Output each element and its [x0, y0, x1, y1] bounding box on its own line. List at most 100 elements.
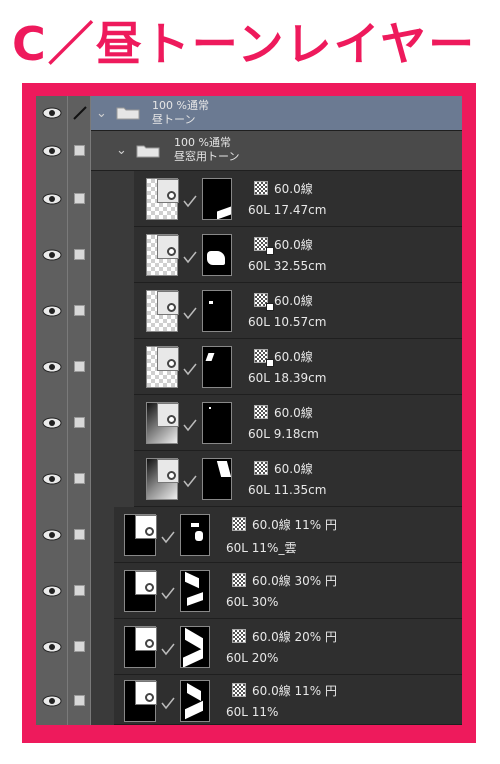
- page-title: C／昼トーンレイヤー: [12, 17, 477, 71]
- layer-row[interactable]: 60.0線 60L 32.55cm: [36, 227, 462, 283]
- tone-pattern-icon: [232, 573, 246, 587]
- layer-name: 60L 9.18cm: [248, 427, 319, 441]
- tone-pattern-icon: [254, 405, 268, 419]
- link-check-icon[interactable]: [160, 529, 176, 545]
- lock-checkbox[interactable]: [74, 249, 85, 260]
- chevron-down-icon[interactable]: ⌄: [116, 143, 127, 158]
- lock-badge-icon: [266, 247, 274, 255]
- layer-thumbnail: [124, 626, 157, 668]
- layer-thumbnail: [146, 402, 179, 444]
- layer-row[interactable]: 60.0線 20% 円 60L 20%: [36, 619, 462, 675]
- link-check-icon[interactable]: [160, 585, 176, 601]
- layer-name: 60L 11%: [226, 705, 279, 719]
- layer-props: 60.0線: [274, 350, 313, 364]
- tone-pattern-icon: [232, 629, 246, 643]
- lock-checkbox[interactable]: [74, 695, 85, 706]
- pencil-icon[interactable]: [72, 105, 88, 121]
- lock-checkbox[interactable]: [74, 529, 85, 540]
- folder-row-body: [91, 96, 462, 131]
- lock-checkbox[interactable]: [74, 417, 85, 428]
- lock-badge-icon: [266, 359, 274, 367]
- mask-thumbnail: [202, 178, 232, 220]
- eye-icon[interactable]: [42, 473, 62, 485]
- layer-thumbnail: [146, 346, 179, 388]
- mask-thumbnail: [202, 290, 232, 332]
- eye-icon[interactable]: [42, 695, 62, 707]
- layer-thumbnail: [146, 178, 179, 220]
- layer-props: 60.0線: [274, 462, 313, 476]
- tone-pattern-icon: [232, 683, 246, 697]
- layer-props: 60.0線 11% 円: [252, 518, 338, 532]
- eye-icon[interactable]: [42, 361, 62, 373]
- lock-badge-icon: [266, 303, 274, 311]
- eye-icon[interactable]: [42, 641, 62, 653]
- folder-row-hiru-tone[interactable]: ⌄ 100 %通常 昼トーン: [36, 96, 462, 131]
- lock-checkbox[interactable]: [74, 361, 85, 372]
- eye-icon[interactable]: [42, 417, 62, 429]
- folder-icon: [136, 145, 160, 158]
- layer-row[interactable]: 60.0線 11% 円 60L 11%: [36, 675, 462, 725]
- eye-icon[interactable]: [42, 145, 62, 157]
- layer-props: 60.0線: [274, 182, 313, 196]
- mask-thumbnail: [202, 346, 232, 388]
- layer-name: 60L 18.39cm: [248, 371, 327, 385]
- lock-checkbox[interactable]: [74, 585, 85, 596]
- link-check-icon[interactable]: [160, 695, 176, 711]
- layer-name: 60L 17.47cm: [248, 203, 327, 217]
- eye-icon[interactable]: [42, 193, 62, 205]
- layer-row[interactable]: 60.0線 30% 円 60L 30%: [36, 563, 462, 619]
- layer-name: 60L 11%_雲: [226, 541, 297, 555]
- lock-checkbox[interactable]: [74, 193, 85, 204]
- layer-row[interactable]: 60.0線 60L 9.18cm: [36, 395, 462, 451]
- lock-checkbox[interactable]: [74, 641, 85, 652]
- link-check-icon[interactable]: [182, 193, 198, 209]
- link-check-icon[interactable]: [182, 249, 198, 265]
- mask-thumbnail: [180, 626, 210, 668]
- link-check-icon[interactable]: [182, 361, 198, 377]
- layer-row[interactable]: 60.0線 60L 11.35cm: [36, 451, 462, 507]
- folder-name: 昼窓用トーン: [174, 150, 240, 163]
- mask-thumbnail: [180, 680, 210, 722]
- layer-name: 60L 30%: [226, 595, 279, 609]
- link-check-icon[interactable]: [182, 417, 198, 433]
- layer-thumbnail: [146, 234, 179, 276]
- folder-name: 昼トーン: [152, 113, 196, 126]
- layer-props: 60.0線: [274, 238, 313, 252]
- mask-thumbnail: [202, 234, 232, 276]
- layer-panel: ⌄ 100 %通常 昼トーン ⌄ 100 %通常 昼窓用トーン 60.0線 60…: [36, 96, 462, 725]
- layer-thumbnail: [124, 680, 157, 722]
- mask-thumbnail: [180, 514, 210, 556]
- layer-thumbnail: [124, 570, 157, 612]
- layer-props: 60.0線 30% 円: [252, 574, 338, 588]
- layer-name: 60L 11.35cm: [248, 483, 327, 497]
- layer-props: 60.0線: [274, 406, 313, 420]
- tone-pattern-icon: [232, 517, 246, 531]
- link-check-icon[interactable]: [182, 473, 198, 489]
- layer-thumbnail: [146, 290, 179, 332]
- lock-checkbox[interactable]: [74, 145, 85, 156]
- folder-icon: [116, 107, 140, 120]
- tone-pattern-icon: [254, 461, 268, 475]
- layer-row[interactable]: 60.0線 11% 円 60L 11%_雲: [36, 507, 462, 563]
- layer-row[interactable]: 60.0線 60L 18.39cm: [36, 339, 462, 395]
- layer-row[interactable]: 60.0線 60L 17.47cm: [36, 171, 462, 227]
- layer-props: 60.0線: [274, 294, 313, 308]
- layer-thumbnail: [146, 458, 179, 500]
- eye-icon[interactable]: [42, 529, 62, 541]
- eye-icon[interactable]: [42, 249, 62, 261]
- link-check-icon[interactable]: [182, 305, 198, 321]
- tone-pattern-icon: [254, 181, 268, 195]
- folder-row-hiru-mado[interactable]: ⌄ 100 %通常 昼窓用トーン: [36, 131, 462, 171]
- link-check-icon[interactable]: [160, 641, 176, 657]
- eye-icon[interactable]: [42, 585, 62, 597]
- lock-checkbox[interactable]: [74, 305, 85, 316]
- layer-name: 60L 32.55cm: [248, 259, 327, 273]
- folder-blend-label: 100 %通常: [174, 136, 231, 149]
- eye-icon[interactable]: [42, 305, 62, 317]
- mask-thumbnail: [202, 402, 232, 444]
- eye-icon[interactable]: [42, 107, 62, 119]
- layer-row[interactable]: 60.0線 60L 10.57cm: [36, 283, 462, 339]
- lock-checkbox[interactable]: [74, 473, 85, 484]
- chevron-down-icon[interactable]: ⌄: [96, 106, 107, 121]
- mask-thumbnail: [180, 570, 210, 612]
